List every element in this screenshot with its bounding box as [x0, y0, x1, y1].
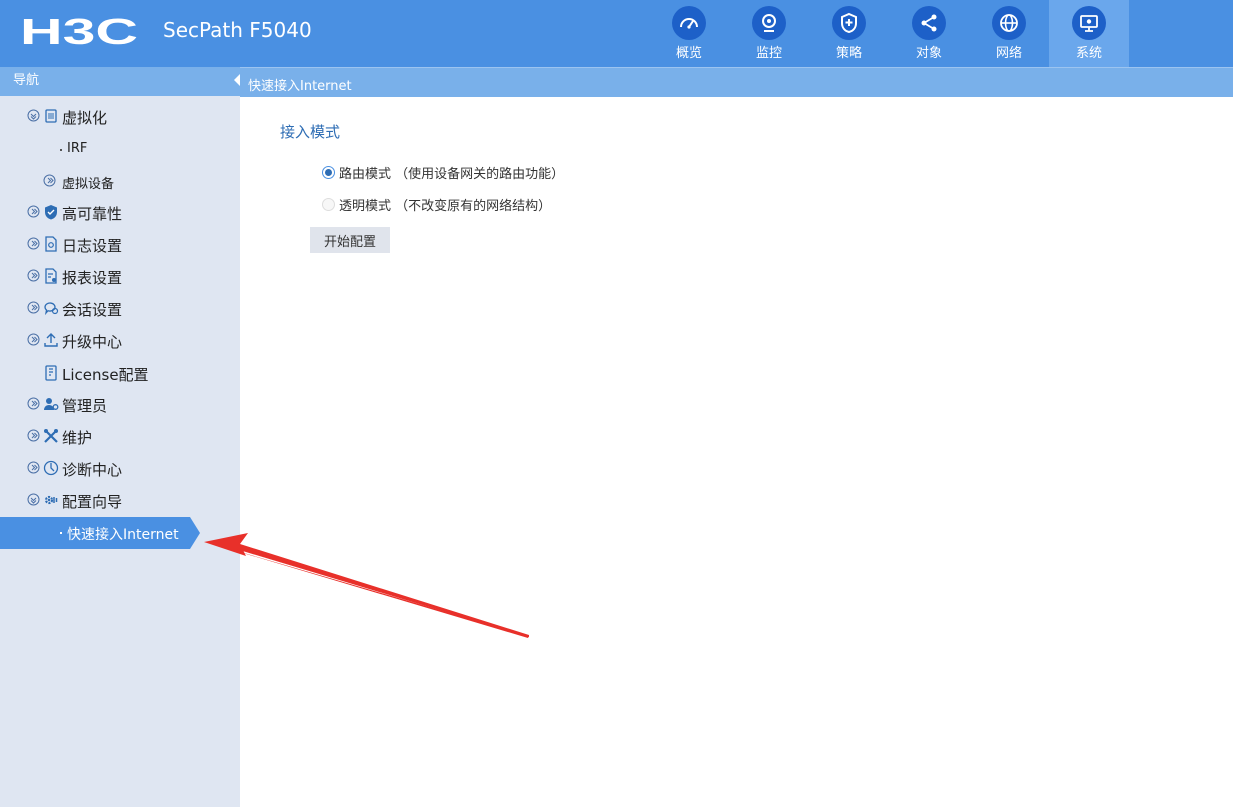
- sidebar-item-config-wizard[interactable]: 配置向导: [0, 488, 240, 514]
- radio-button[interactable]: [322, 166, 335, 179]
- upload-icon: [44, 333, 58, 347]
- option-label: 路由模式 （使用设备网关的路由功能）: [339, 167, 565, 182]
- sidebar-item-label: 会话设置: [62, 301, 123, 319]
- radio-button[interactable]: [322, 198, 335, 211]
- sidebar-item-label: IRF: [67, 141, 88, 156]
- admin-user-icon: [44, 398, 59, 410]
- diagnose-icon: [43, 460, 59, 476]
- sidebar-item-log-settings[interactable]: 日志设置: [0, 232, 240, 258]
- report-icon: [45, 268, 57, 284]
- sidebar-item-irf[interactable]: IRF: [0, 137, 240, 163]
- sidebar-item-label: 高可靠性: [62, 205, 123, 223]
- gauge-icon: [672, 6, 706, 40]
- expand-circle-icon[interactable]: [27, 269, 40, 282]
- sidebar-item-label: 虚拟设备: [62, 177, 115, 192]
- session-icon: [44, 302, 59, 316]
- top-bar: H3C SecPath F5040 概览 监控 策略 对象 网络 系统: [0, 0, 1233, 67]
- tab-policy[interactable]: 策略: [809, 0, 889, 67]
- product-name: SecPath F5040: [163, 18, 312, 42]
- tab-label: 对象: [915, 46, 942, 61]
- sidebar-item-quick-internet[interactable]: 快速接入Internet: [0, 517, 200, 549]
- sidebar-item-label: 配置向导: [62, 493, 123, 511]
- breadcrumb: 快速接入Internet: [248, 79, 352, 94]
- section-title: 接入模式: [280, 123, 341, 141]
- tab-overview[interactable]: 概览: [649, 0, 729, 67]
- sidebar-item-label: 管理员: [62, 397, 108, 415]
- sidebar-item-virtual-device[interactable]: 虚拟设备: [0, 169, 240, 195]
- sidebar-item-label: 升级中心: [62, 333, 123, 351]
- h3c-logo: H3C: [20, 14, 138, 48]
- tab-label: 概览: [675, 46, 702, 61]
- sidebar-header: 导航: [0, 67, 240, 96]
- bullet-dot: [60, 532, 62, 534]
- sidebar-item-label: 快速接入Internet: [67, 527, 179, 543]
- collapse-circle-icon[interactable]: [27, 109, 40, 122]
- expand-circle-icon[interactable]: [27, 301, 40, 314]
- sidebar-item-label: 诊断中心: [62, 461, 123, 479]
- sidebar-item-label: 虚拟化: [62, 109, 108, 127]
- expand-circle-icon[interactable]: [27, 333, 40, 346]
- collapse-circle-icon[interactable]: [27, 493, 40, 506]
- globe-icon: [992, 6, 1026, 40]
- tab-label: 策略: [835, 46, 862, 61]
- tab-label: 监控: [755, 46, 782, 61]
- tab-label: 系统: [1075, 46, 1102, 61]
- wizard-gear-icon: [44, 495, 58, 505]
- monitor-gear-icon: [1072, 6, 1106, 40]
- expand-circle-icon[interactable]: [27, 397, 40, 410]
- license-icon: [45, 365, 57, 381]
- log-file-icon: [45, 236, 57, 252]
- tab-object[interactable]: 对象: [889, 0, 969, 67]
- sidebar-item-diagnostics[interactable]: 诊断中心: [0, 456, 240, 482]
- tab-network[interactable]: 网络: [969, 0, 1049, 67]
- shield-check-icon: [45, 205, 57, 220]
- sidebar-item-license[interactable]: License配置: [0, 361, 240, 387]
- tools-icon: [44, 429, 58, 443]
- tab-system[interactable]: 系统: [1049, 0, 1129, 67]
- sidebar-item-label: 维护: [62, 429, 93, 447]
- sidebar-item-administrator[interactable]: 管理员: [0, 392, 240, 418]
- tab-label: 网络: [995, 46, 1022, 61]
- expand-circle-icon[interactable]: [27, 461, 40, 474]
- webcam-icon: [752, 6, 786, 40]
- main-content: 接入模式 路由模式 （使用设备网关的路由功能） 透明模式 （不改变原有的网络结构…: [240, 97, 1233, 807]
- sidebar-item-label: 报表设置: [62, 269, 123, 287]
- share-nodes-icon: [912, 6, 946, 40]
- shield-plus-icon: [832, 6, 866, 40]
- virtual-icon: [45, 109, 57, 123]
- tab-monitor[interactable]: 监控: [729, 0, 809, 67]
- option-label: 透明模式 （不改变原有的网络结构）: [339, 199, 552, 214]
- expand-circle-icon[interactable]: [27, 205, 40, 218]
- sidebar-item-session-settings[interactable]: 会话设置: [0, 296, 240, 322]
- expand-circle-icon[interactable]: [43, 174, 56, 187]
- sidebar-item-report-settings[interactable]: 报表设置: [0, 264, 240, 290]
- expand-circle-icon[interactable]: [27, 429, 40, 442]
- sidebar-title: 导航: [13, 73, 40, 88]
- start-config-button[interactable]: 开始配置: [310, 227, 390, 253]
- sidebar-item-label: 日志设置: [62, 237, 123, 255]
- sidebar-item-high-availability[interactable]: 高可靠性: [0, 200, 240, 226]
- breadcrumb-bar: 快速接入Internet: [240, 67, 1233, 97]
- sidebar-item-maintenance[interactable]: 维护: [0, 424, 240, 450]
- expand-circle-icon[interactable]: [27, 237, 40, 250]
- svg-text:H3C: H3C: [20, 14, 138, 48]
- bullet-dot: [60, 149, 62, 151]
- sidebar-item-virtualization[interactable]: 虚拟化: [0, 104, 240, 130]
- sidebar-item-label: License配置: [62, 366, 149, 384]
- sidebar-item-upgrade-center[interactable]: 升级中心: [0, 328, 240, 354]
